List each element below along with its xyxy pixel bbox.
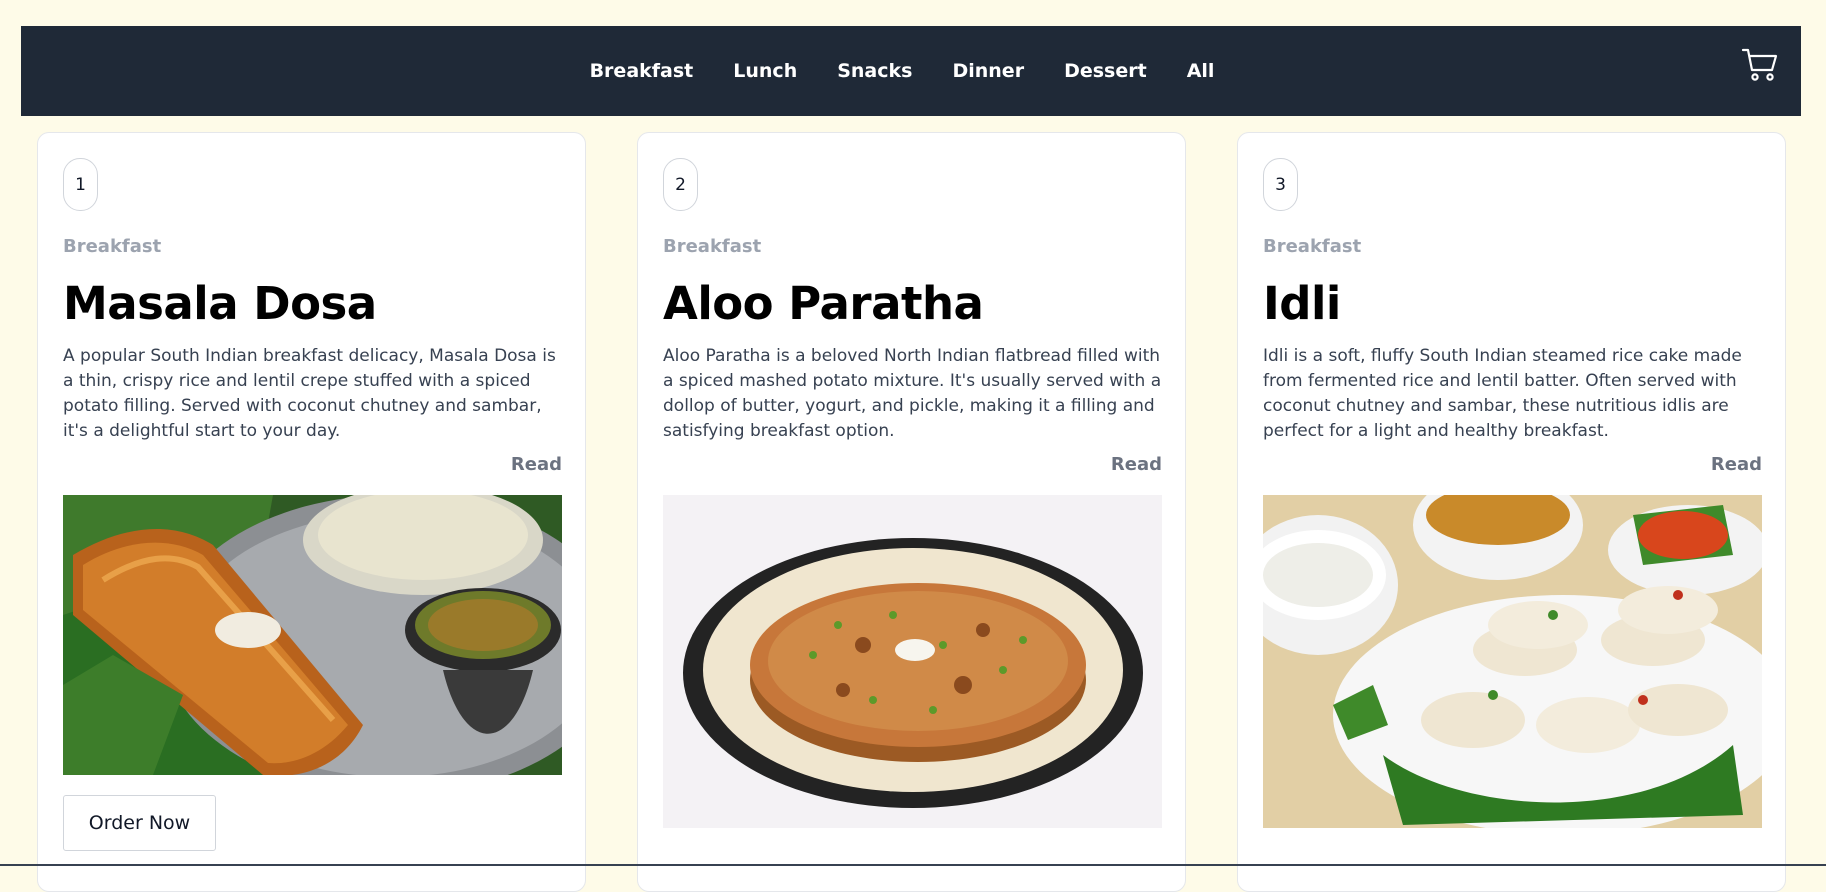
card-category: Breakfast: [1263, 236, 1362, 257]
card-title: Masala Dosa: [63, 277, 377, 330]
read-link[interactable]: Read: [1263, 454, 1762, 475]
read-link[interactable]: Read: [63, 454, 562, 475]
nav-item-lunch[interactable]: Lunch: [733, 60, 797, 82]
masala-dosa-photo: [63, 495, 562, 775]
card-category: Breakfast: [663, 236, 762, 257]
food-card: 1 Breakfast Masala Dosa A popular South …: [37, 132, 586, 892]
nav-item-snacks[interactable]: Snacks: [837, 60, 912, 82]
aloo-paratha-photo: [663, 495, 1162, 828]
top-navbar: Breakfast Lunch Snacks Dinner Dessert Al…: [21, 26, 1801, 116]
card-title: Idli: [1263, 277, 1341, 330]
nav-item-all[interactable]: All: [1187, 60, 1215, 82]
order-now-button[interactable]: Order Now: [63, 795, 216, 851]
card-category: Breakfast: [63, 236, 162, 257]
nav-item-dessert[interactable]: Dessert: [1064, 60, 1147, 82]
card-description: A popular South Indian breakfast delicac…: [63, 346, 556, 441]
food-card: 2 Breakfast Aloo Paratha Aloo Paratha is…: [637, 132, 1186, 892]
idli-photo: [1263, 495, 1762, 828]
nav-item-dinner[interactable]: Dinner: [952, 60, 1024, 82]
card-description: Aloo Paratha is a beloved North Indian f…: [663, 346, 1162, 441]
nav-links: Breakfast Lunch Snacks Dinner Dessert Al…: [21, 26, 1801, 116]
card-description: Idli is a soft, fluffy South Indian stea…: [1263, 346, 1742, 441]
nav-item-breakfast[interactable]: Breakfast: [590, 60, 694, 82]
read-link[interactable]: Read: [663, 454, 1162, 475]
cart-icon[interactable]: [1741, 46, 1779, 84]
card-number-badge: 1: [63, 158, 98, 211]
card-title: Aloo Paratha: [663, 277, 984, 330]
card-number-badge: 2: [663, 158, 698, 211]
food-card: 3 Breakfast Idli Idli is a soft, fluffy …: [1237, 132, 1786, 892]
card-number-badge: 3: [1263, 158, 1298, 211]
